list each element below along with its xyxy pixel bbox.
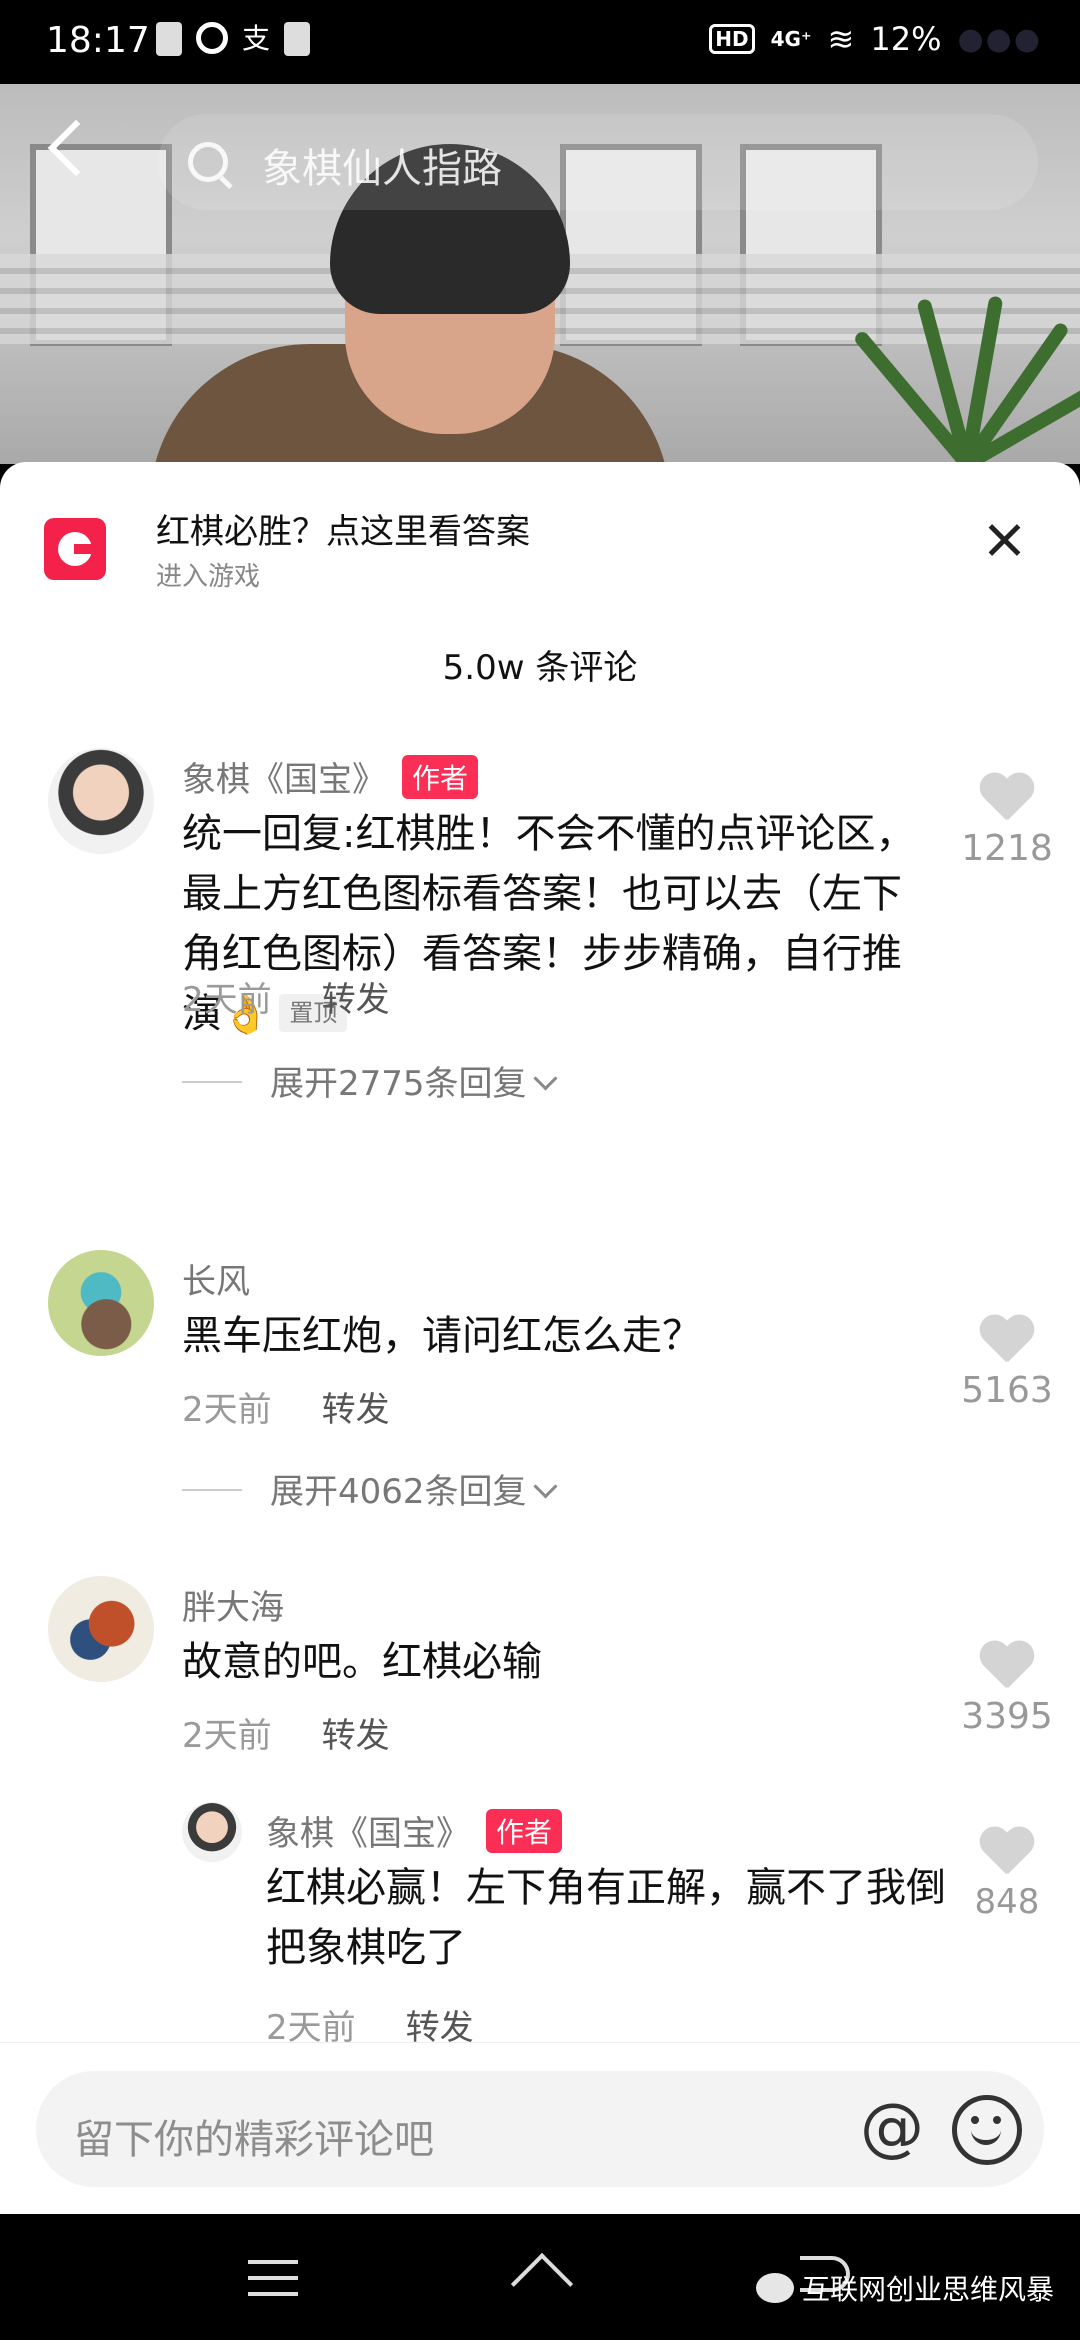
soul-app-icon (284, 22, 311, 56)
comment-meta: 2天前 转发 (182, 1708, 390, 1757)
comment-placeholder: 留下你的精彩评论吧 (74, 2117, 434, 2163)
heart-icon (978, 1828, 1036, 1878)
plant-decor (852, 264, 1080, 464)
wechat-icon (756, 2273, 794, 2303)
heart-icon (978, 774, 1036, 824)
watermark: 互联网创业思维风暴 (756, 2268, 1054, 2308)
status-right: HD 4G⁺ ≋ 12% ●●● (709, 20, 1042, 58)
like-button[interactable]: 1218 (952, 774, 1062, 869)
hd-icon: HD (709, 24, 755, 54)
game-promo[interactable]: 红棋必胜？点这里看答案 进入游戏 (0, 462, 1080, 622)
comment-count: 5.0w 条评论 (442, 648, 638, 688)
battery-saver-icon (156, 22, 182, 56)
promo-title: 红棋必胜？点这里看答案 (156, 512, 530, 552)
divider (182, 1081, 242, 1083)
author-badge: 作者 (402, 755, 479, 799)
like-count: 3395 (961, 1696, 1053, 1737)
avatar[interactable] (48, 1576, 154, 1682)
like-button[interactable]: 5163 (952, 1316, 1062, 1411)
author-name: 象棋《国宝》 (266, 1814, 470, 1854)
heart-icon (978, 1316, 1036, 1366)
comment-author[interactable]: 长风 (182, 1254, 250, 1303)
status-bar: 18:17 支 HD 4G⁺ ≋ 12% ●●● (0, 0, 1080, 84)
like-count: 5163 (961, 1370, 1053, 1411)
like-button[interactable]: 848 (952, 1828, 1062, 1922)
search-query: 象棋仙人指路 (262, 146, 502, 192)
comment-meta: 2天前 转发 (182, 1382, 390, 1431)
alipay-icon: 支 (242, 22, 271, 55)
avatar[interactable] (182, 1802, 242, 1862)
author-badge: 作者 (486, 1809, 563, 1853)
search-bar[interactable]: 象棋仙人指路 (158, 114, 1038, 210)
at-mention-icon[interactable]: @ (860, 2091, 924, 2165)
game-logo-icon (44, 518, 106, 580)
expand-replies[interactable]: 展开2775条回复 (182, 1056, 558, 1105)
avatar[interactable] (48, 1250, 154, 1356)
battery-icon: ●●● (957, 21, 1042, 57)
comment-meta: 2天前 转发 (182, 972, 390, 1021)
status-time: 18:17 (46, 20, 150, 61)
expand-replies[interactable]: 展开4062条回复 (182, 1464, 558, 1513)
divider (182, 1489, 242, 1491)
share-button[interactable]: 转发 (322, 1390, 390, 1430)
recents-icon[interactable] (248, 2260, 298, 2296)
comment-time: 2天前 (182, 1716, 272, 1756)
battery-percent: 12% (870, 20, 942, 58)
chevron-down-icon (533, 1066, 558, 1091)
comment-time: 2天前 (182, 980, 272, 1020)
reply-time: 2天前 (266, 2008, 356, 2042)
like-button[interactable]: 3395 (952, 1642, 1062, 1737)
close-icon[interactable] (984, 520, 1024, 560)
notification-icons: 支 (156, 22, 311, 56)
share-button[interactable]: 转发 (322, 980, 390, 1020)
system-nav-bar: 互联网创业思维风暴 (0, 2214, 1080, 2340)
comment-author[interactable]: 胖大海 (182, 1580, 284, 1629)
wifi-icon: ≋ (827, 20, 855, 58)
share-button[interactable]: 转发 (322, 1716, 390, 1756)
comment-input-bar: 留下你的精彩评论吧 @ (0, 2042, 1080, 2215)
comment-text: 故意的吧。红棋必输 (182, 1639, 542, 1685)
emoji-icon[interactable] (952, 2095, 1022, 2165)
share-button[interactable]: 转发 (406, 2008, 474, 2042)
chevron-down-icon (533, 1474, 558, 1499)
comment-time: 2天前 (182, 1390, 272, 1430)
expand-label: 展开2775条回复 (270, 1064, 527, 1104)
comment-sheet: 红棋必胜？点这里看答案 进入游戏 5.0w 条评论 象棋《国宝》 作者 统一回复:… (0, 462, 1080, 2042)
comment-input[interactable]: 留下你的精彩评论吧 @ (36, 2071, 1044, 2187)
comment-text: 黑车压红炮，请问红怎么走？ (182, 1313, 702, 1359)
network-icon: 4G⁺ (770, 27, 812, 51)
like-count: 1218 (961, 828, 1053, 869)
author-name: 象棋《国宝》 (182, 760, 386, 800)
comment-author[interactable]: 象棋《国宝》 作者 (182, 752, 479, 801)
home-icon[interactable] (510, 2256, 570, 2296)
reply-author[interactable]: 象棋《国宝》 作者 (266, 1806, 563, 1855)
q-app-icon (196, 22, 228, 54)
video-player[interactable]: 象棋仙人指路 (0, 84, 1080, 464)
reply-meta: 2天前 转发 (266, 2000, 474, 2042)
avatar[interactable] (48, 748, 154, 854)
reply-text: 红棋必赢！左下角有正解，赢不了我倒把象棋吃了 (266, 1865, 946, 1971)
expand-label: 展开4062条回复 (270, 1472, 527, 1512)
search-icon (188, 142, 228, 182)
watermark-text: 互联网创业思维风暴 (802, 2273, 1055, 2306)
like-count: 848 (974, 1882, 1040, 1922)
promo-subtitle: 进入游戏 (156, 562, 261, 592)
heart-icon (978, 1642, 1036, 1692)
